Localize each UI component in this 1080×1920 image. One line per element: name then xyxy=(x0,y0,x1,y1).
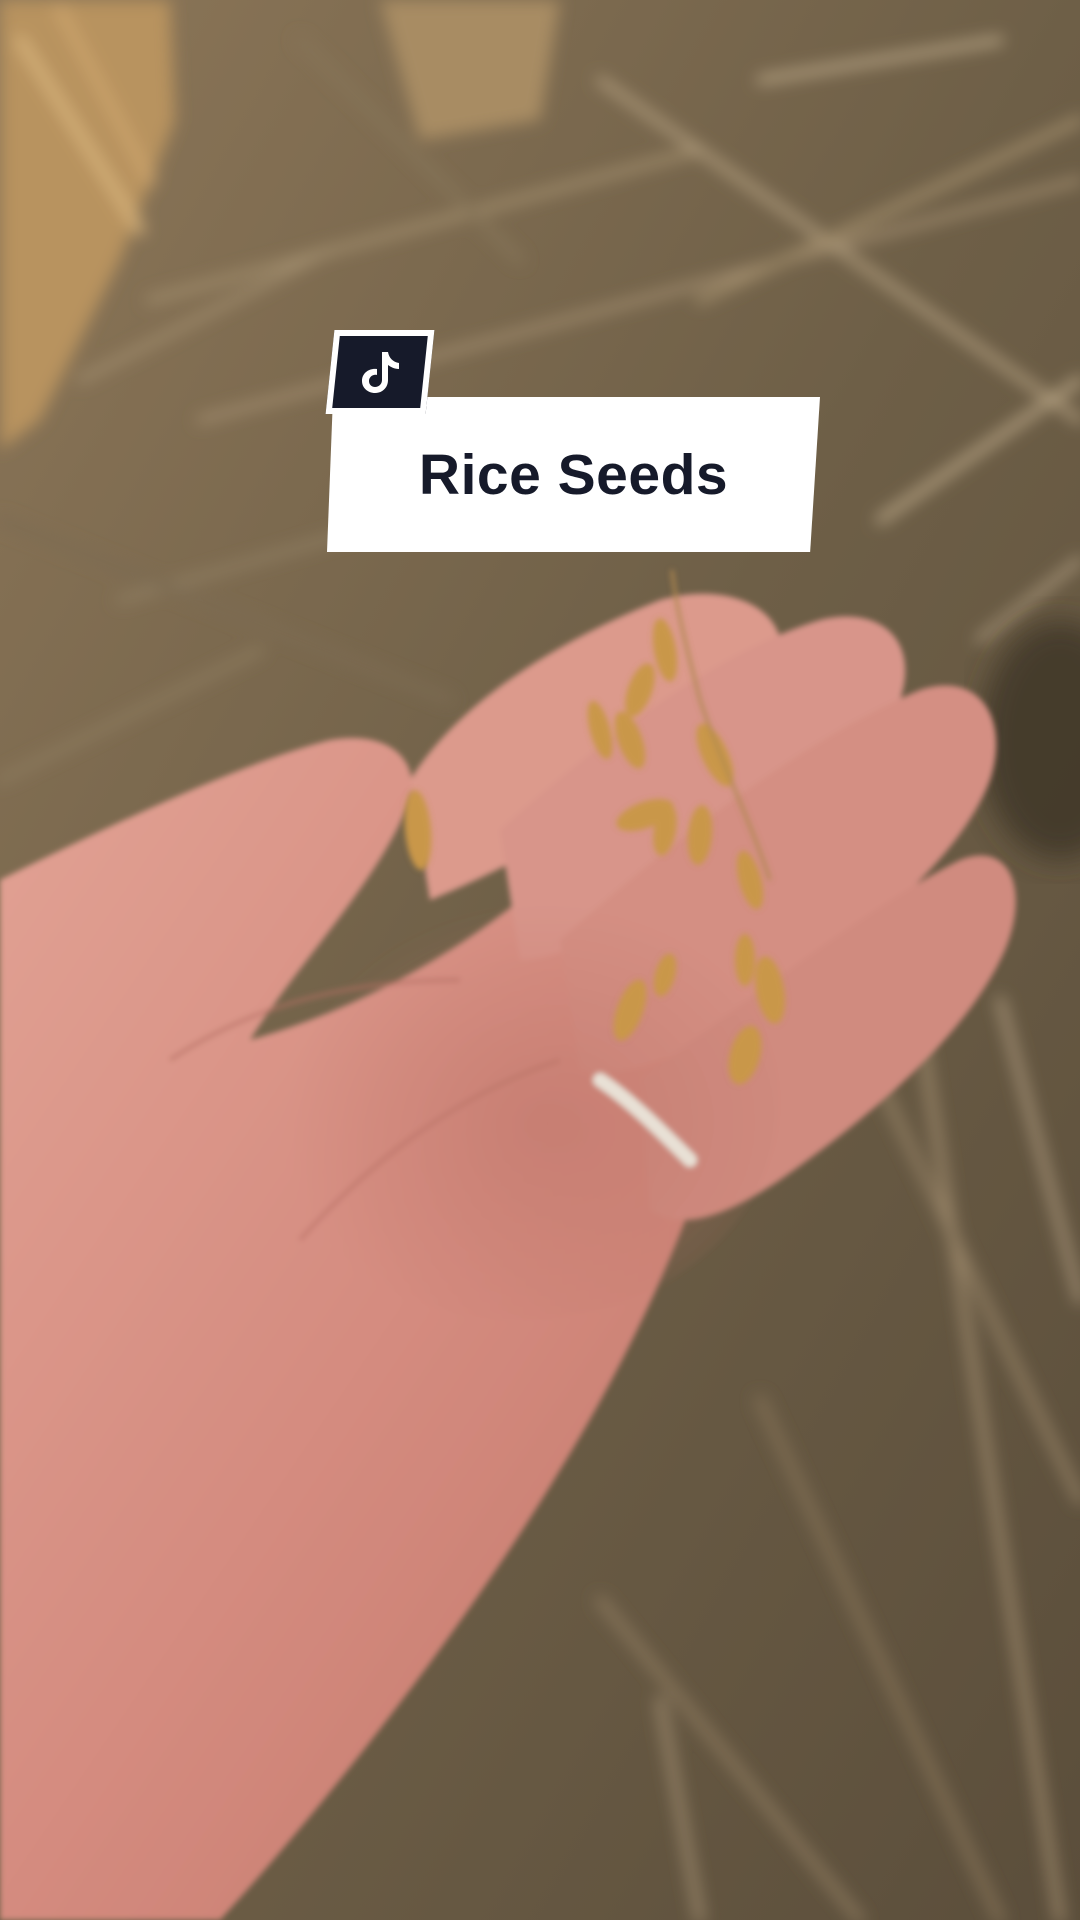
video-frame: Rice Seeds xyxy=(0,0,1080,1920)
background-photo xyxy=(0,0,1080,1920)
title-card: Rice Seeds xyxy=(327,397,820,552)
tiktok-icon xyxy=(355,348,404,396)
video-title: Rice Seeds xyxy=(418,442,729,507)
tiktok-logo-badge xyxy=(325,330,435,414)
